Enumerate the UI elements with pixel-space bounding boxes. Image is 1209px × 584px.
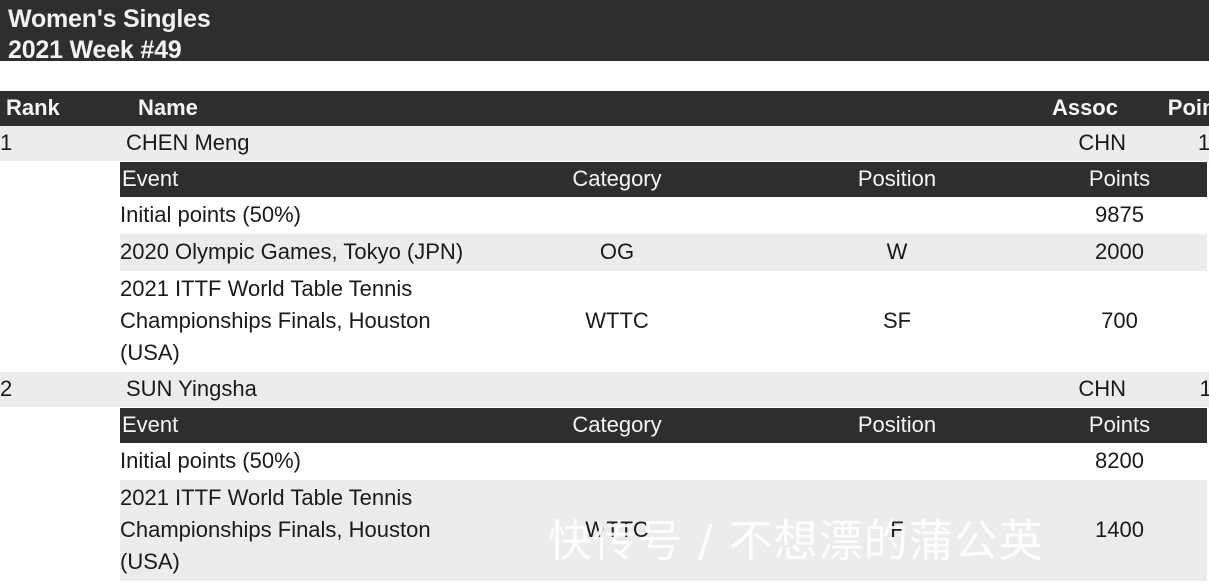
player-name: CHEN Meng <box>126 126 998 162</box>
event-table-head: Event Category Position Points <box>120 162 1207 197</box>
player-detail-row: Event Category Position Points Initial point… <box>0 161 1209 372</box>
event-breakdown-table: Event Category Position Points Initial point… <box>120 162 1207 372</box>
page-title-line-1: Women's Singles <box>8 5 211 33</box>
player-detail-row: Event Category Position Points Initial point… <box>0 407 1209 581</box>
player-row[interactable]: 1CHEN MengCHN12575 <box>0 126 1209 162</box>
event-row: 2021 ITTF World Table Tennis Championshi… <box>120 271 1207 372</box>
event-header-row: Event Category Position Points <box>120 408 1207 443</box>
event-row: 2021 ITTF World Table Tennis Championshi… <box>120 480 1207 581</box>
event-position: W <box>762 234 1032 271</box>
event-table-body: Initial points (50%) 8200 2021 ITTF World … <box>120 443 1207 581</box>
event-row: 2020 Olympic Games, Tokyo (JPN) OG W 2000 <box>120 234 1207 271</box>
event-column-header-category[interactable]: Category <box>472 162 762 197</box>
event-name: Initial points (50%) <box>120 197 472 234</box>
event-breakdown-table: Event Category Position Points Initial point… <box>120 408 1207 581</box>
event-name: 2021 ITTF World Table Tennis Championshi… <box>120 271 472 372</box>
event-table-head: Event Category Position Points <box>120 408 1207 443</box>
event-header-row: Event Category Position Points <box>120 162 1207 197</box>
column-header-points[interactable]: Points <box>1126 91 1209 126</box>
event-column-header-category[interactable]: Category <box>472 408 762 443</box>
event-column-header-position[interactable]: Position <box>762 408 1032 443</box>
player-assoc: CHN <box>998 372 1126 408</box>
event-points: 8200 <box>1032 443 1207 480</box>
event-position <box>762 197 1032 234</box>
player-detail-cell: Event Category Position Points Initial point… <box>0 407 1209 581</box>
column-header-assoc[interactable]: Assoc <box>998 91 1126 126</box>
event-column-header-event[interactable]: Event <box>120 408 472 443</box>
player-row[interactable]: 2SUN YingshaCHN11000 <box>0 372 1209 408</box>
event-points: 9875 <box>1032 197 1207 234</box>
event-position <box>762 443 1032 480</box>
event-table-body: Initial points (50%) 9875 2020 Olympic Gam… <box>120 197 1207 372</box>
ranking-table-head: Rank Name Assoc Points <box>0 91 1209 126</box>
event-category: OG <box>472 234 762 271</box>
event-points: 700 <box>1032 271 1207 372</box>
event-row: Initial points (50%) 8200 <box>120 443 1207 480</box>
event-category: WTTC <box>472 271 762 372</box>
event-name: 2021 ITTF World Table Tennis Championshi… <box>120 480 472 581</box>
event-column-header-points[interactable]: Points <box>1032 162 1207 197</box>
event-column-header-points[interactable]: Points <box>1032 408 1207 443</box>
event-name: 2020 Olympic Games, Tokyo (JPN) <box>120 234 472 271</box>
column-header-name[interactable]: Name <box>126 91 998 126</box>
event-column-header-event[interactable]: Event <box>120 162 472 197</box>
event-points: 2000 <box>1032 234 1207 271</box>
ranking-header-row: Rank Name Assoc Points <box>0 91 1209 126</box>
event-name: Initial points (50%) <box>120 443 472 480</box>
player-rank: 1 <box>0 126 126 162</box>
player-rank: 2 <box>0 372 126 408</box>
event-column-header-position[interactable]: Position <box>762 162 1032 197</box>
ranking-table: Rank Name Assoc Points 1CHEN MengCHN1257… <box>0 91 1209 581</box>
event-points: 1400 <box>1032 480 1207 581</box>
event-position: F <box>762 480 1032 581</box>
column-header-rank[interactable]: Rank <box>0 91 126 126</box>
event-position: SF <box>762 271 1032 372</box>
event-row: Initial points (50%) 9875 <box>120 197 1207 234</box>
event-category <box>472 443 762 480</box>
event-category <box>472 197 762 234</box>
player-points: 12575 <box>1126 126 1209 162</box>
player-detail-cell: Event Category Position Points Initial point… <box>0 161 1209 372</box>
player-name: SUN Yingsha <box>126 372 998 408</box>
page-title-banner: Women's Singles 2021 Week #49 <box>0 0 1209 64</box>
ranking-table-body: 1CHEN MengCHN12575EventCategoryPositionP… <box>0 126 1209 581</box>
player-points: 11000 <box>1126 372 1209 408</box>
event-category: WTTC <box>472 480 762 581</box>
player-assoc: CHN <box>998 126 1126 162</box>
